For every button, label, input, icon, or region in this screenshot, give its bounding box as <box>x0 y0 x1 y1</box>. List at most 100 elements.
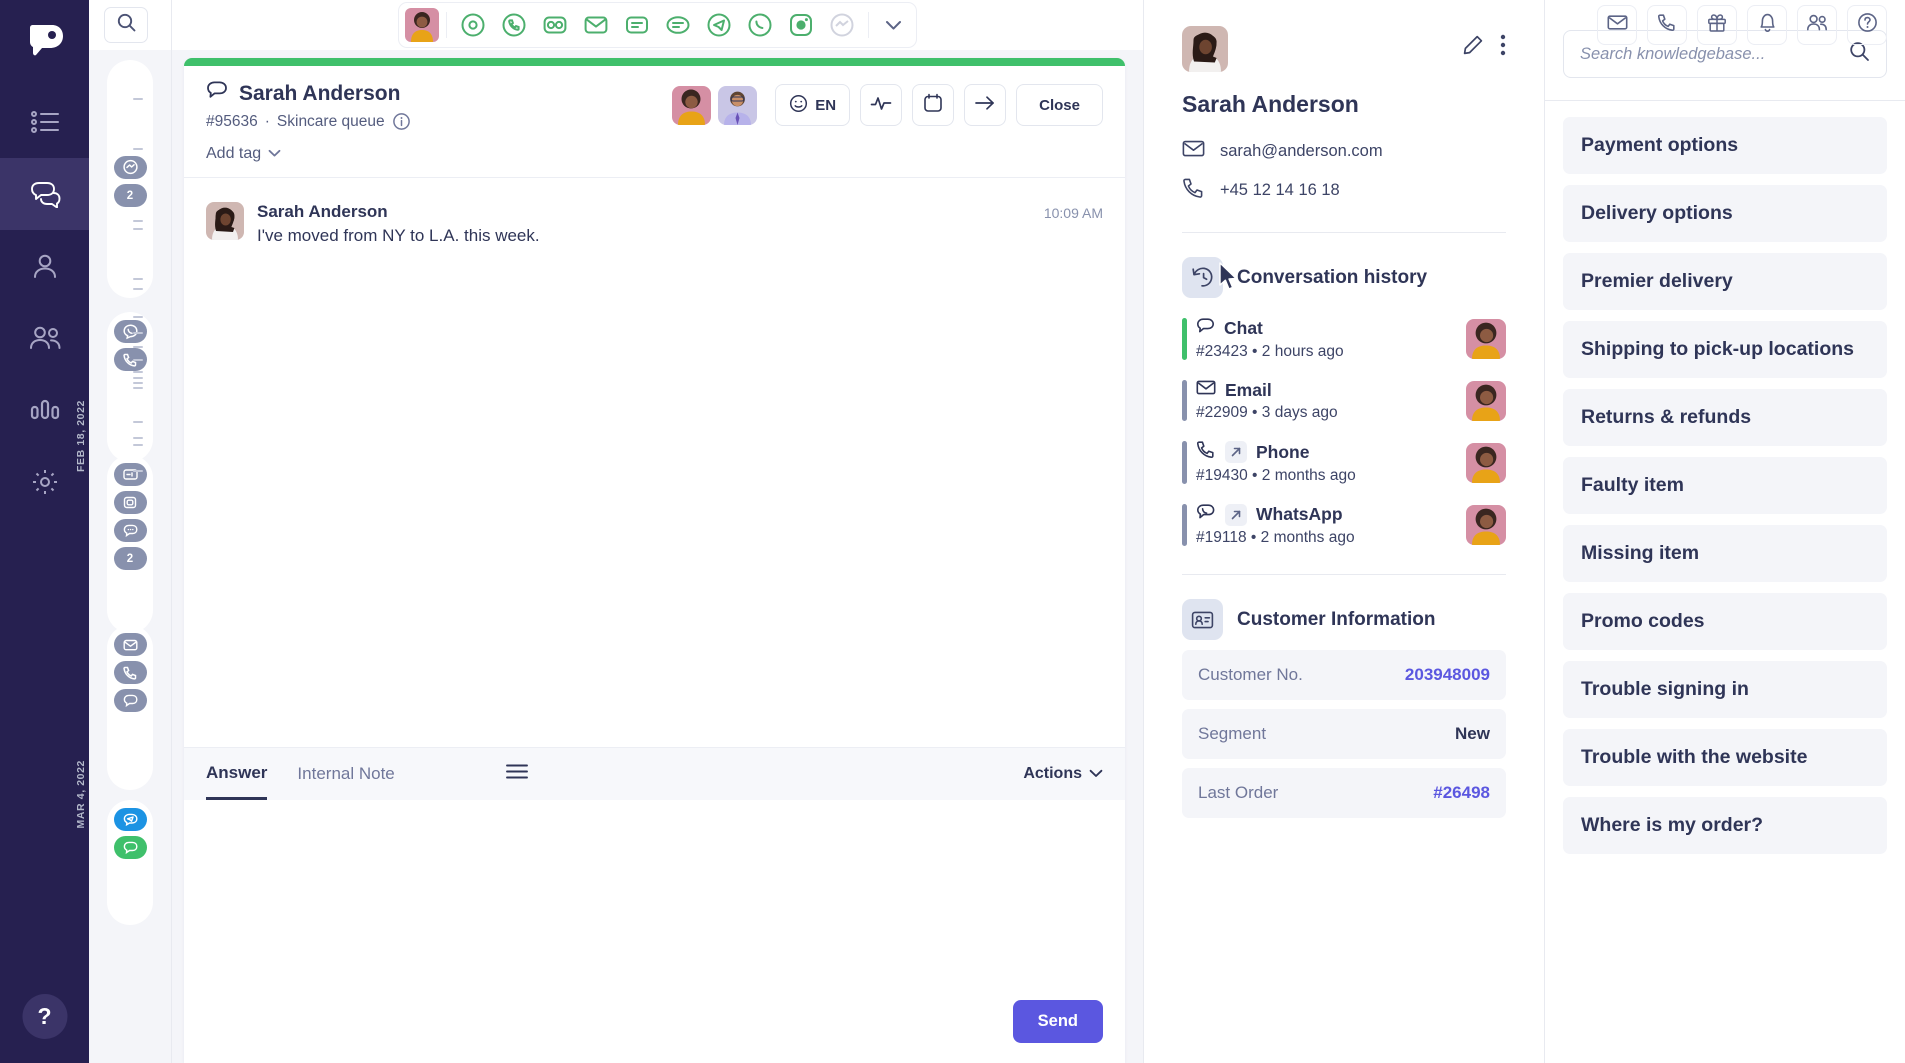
kb-article-item[interactable]: Trouble with the website <box>1563 729 1887 786</box>
conversation-list-rail: FEB 18, 2022 MAR 4, 2022 2 2 <box>75 0 172 1063</box>
sidebar-item-teams[interactable] <box>0 302 89 374</box>
whatsapp-icon[interactable] <box>113 836 147 859</box>
team-button[interactable] <box>1797 5 1837 45</box>
assignee-avatars <box>672 85 758 125</box>
help-button[interactable]: ? <box>22 994 67 1039</box>
chat-bubble-icon[interactable] <box>113 689 147 712</box>
kb-article-item[interactable]: Shipping to pick-up locations <box>1563 321 1887 378</box>
voicemail-icon[interactable] <box>536 6 574 44</box>
info-circle-icon[interactable] <box>392 112 411 131</box>
kb-article-item[interactable]: Promo codes <box>1563 593 1887 650</box>
separator: · <box>264 112 270 130</box>
screen-share-icon[interactable] <box>113 491 147 514</box>
list-item[interactable]: 2 <box>107 455 153 633</box>
sentiment-button[interactable] <box>860 84 903 126</box>
composer-input[interactable] <box>184 800 1125 1000</box>
sms-icon[interactable] <box>618 6 656 44</box>
assignee-avatar-1[interactable] <box>672 85 712 125</box>
pencil-edit-icon[interactable] <box>1462 34 1484 61</box>
app-logo[interactable] <box>23 18 67 62</box>
kb-article-item[interactable]: Delivery options <box>1563 185 1887 242</box>
customer-detail-panel: Sarah Anderson sarah@anderson.com +45 12… <box>1143 0 1545 1063</box>
omnichannel-icon[interactable] <box>454 6 492 44</box>
kb-article-item[interactable]: Trouble signing in <box>1563 661 1887 718</box>
tab-internal-note[interactable]: Internal Note <box>297 748 394 800</box>
page-title: Sarah Anderson <box>206 80 672 107</box>
header-actions <box>1597 0 1905 50</box>
notifications-button[interactable] <box>1747 5 1787 45</box>
sidebar-item-conversations[interactable] <box>0 158 89 230</box>
tab-answer[interactable]: Answer <box>206 748 268 800</box>
customer-information-header: Customer Information <box>1182 575 1506 650</box>
kb-article-item[interactable]: Faulty item <box>1563 457 1887 514</box>
close-button[interactable]: Close <box>1016 84 1103 126</box>
history-channel: Phone <box>1256 441 1310 462</box>
email-icon[interactable] <box>577 6 615 44</box>
conversation-history-header: Conversation history <box>1182 233 1506 308</box>
history-item[interactable]: Phone #19430 • 2 months ago <box>1182 431 1506 494</box>
breadcrumb: #95636 · Skincare queue <box>206 112 672 131</box>
email-icon <box>1196 379 1216 401</box>
conversation-header: Sarah Anderson #95636 · Skincare queue E… <box>184 66 1125 177</box>
whatsapp-icon[interactable] <box>741 6 779 44</box>
instagram-icon[interactable] <box>782 6 820 44</box>
schedule-button[interactable] <box>912 84 955 126</box>
hamburger-menu-icon[interactable] <box>505 763 529 785</box>
send-button[interactable]: Send <box>1012 1000 1103 1043</box>
history-item[interactable]: Chat #23423 • 2 hours ago <box>1182 308 1506 370</box>
list-item[interactable] <box>107 625 153 790</box>
kb-article-item[interactable]: Premier delivery <box>1563 253 1887 310</box>
telegram-icon[interactable] <box>113 808 147 831</box>
customer-email-row[interactable]: sarah@anderson.com <box>1182 139 1506 163</box>
chat-icon[interactable] <box>659 6 697 44</box>
help-button[interactable] <box>1847 5 1887 45</box>
chevron-down-icon[interactable] <box>876 6 910 44</box>
history-channel: WhatsApp <box>1256 504 1343 524</box>
agent-avatar-selected[interactable] <box>405 8 439 42</box>
separator: • <box>1252 404 1258 421</box>
message-item: Sarah Anderson I've moved from NY to L.A… <box>206 202 1103 246</box>
kb-article-item[interactable]: Returns & refunds <box>1563 389 1887 446</box>
phone-icon[interactable] <box>495 6 533 44</box>
activity-ticks <box>133 60 147 472</box>
customer-phone-row[interactable]: +45 12 14 16 18 <box>1182 177 1506 204</box>
gift-icon <box>1707 13 1727 38</box>
history-item[interactable]: WhatsApp #19118 • 2 months ago <box>1182 494 1506 556</box>
actions-label: Actions <box>1023 765 1082 782</box>
info-value[interactable]: 203948009 <box>1405 665 1490 685</box>
list-item[interactable] <box>107 800 153 925</box>
history-item[interactable]: Email #22909 • 3 days ago <box>1182 370 1506 431</box>
kb-article-item[interactable]: Missing item <box>1563 525 1887 582</box>
chat-bubble-icon[interactable] <box>113 519 147 542</box>
language-button[interactable]: EN <box>775 84 851 126</box>
call-button[interactable] <box>1647 5 1687 45</box>
reports-icon <box>30 398 60 422</box>
info-value[interactable]: #26498 <box>1433 783 1490 803</box>
add-tag-label: Add tag <box>206 145 262 162</box>
add-tag-button[interactable]: Add tag <box>206 145 281 163</box>
primary-nav-rail: ? <box>0 0 89 1063</box>
email-button[interactable] <box>1597 5 1637 45</box>
email-icon <box>1606 14 1628 36</box>
knowledgebase-panel: Payment options Delivery options Premier… <box>1545 0 1905 1063</box>
channel-toolbar <box>172 0 1143 50</box>
actions-dropdown[interactable]: Actions <box>1023 765 1103 783</box>
sidebar-item-tasks[interactable] <box>0 86 89 158</box>
search-button[interactable] <box>104 7 148 43</box>
message-text: I've moved from NY to L.A. this week. <box>257 226 540 245</box>
telegram-icon[interactable] <box>700 6 738 44</box>
table-row: Last Order #26498 <box>1182 768 1506 818</box>
whatsapp-icon <box>1196 503 1216 526</box>
messenger-icon[interactable] <box>823 6 861 44</box>
kb-article-item[interactable]: Where is my order? <box>1563 797 1887 854</box>
email-icon[interactable] <box>113 633 147 656</box>
kb-article-item[interactable]: Payment options <box>1563 117 1887 174</box>
customer-phone: +45 12 14 16 18 <box>1220 181 1340 199</box>
whats-new-button[interactable] <box>1697 5 1737 45</box>
phone-icon[interactable] <box>113 661 147 684</box>
sidebar-item-contacts[interactable] <box>0 230 89 302</box>
more-vertical-icon[interactable] <box>1500 34 1506 61</box>
history-time: 2 hours ago <box>1261 343 1344 360</box>
transfer-button[interactable] <box>964 84 1007 126</box>
assignee-avatar-2[interactable] <box>718 85 758 125</box>
